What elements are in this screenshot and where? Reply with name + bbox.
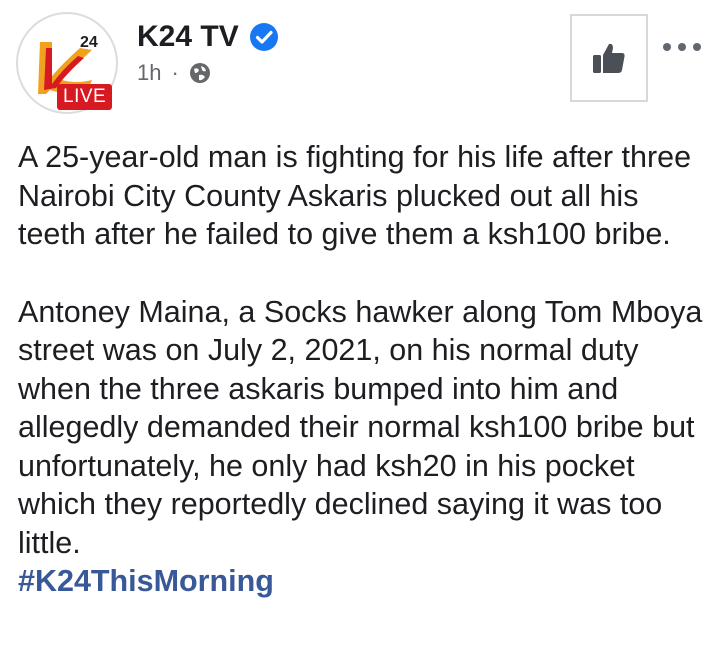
live-badge: LIVE [57,84,113,110]
thumbs-up-icon [593,43,625,73]
post-paragraph-1: A 25-year-old man is fighting for his li… [18,140,692,251]
post-paragraph-2: Antoney Maina, a Socks hawker along Tom … [18,294,703,560]
verified-badge-icon [249,23,278,51]
post-header: K24 TV [137,20,279,54]
page-name-link[interactable]: K24 TV [137,20,239,54]
logo-number: 24 [80,34,98,51]
post-timestamp[interactable]: 1h [137,60,161,86]
post-body: A 25-year-old man is fighting for his li… [18,138,708,601]
like-page-button[interactable] [570,14,648,102]
more-options-icon[interactable] [662,42,702,52]
post-meta: 1h · [137,60,211,86]
hashtag-link[interactable]: #K24ThisMorning [18,564,274,598]
meta-separator: · [171,60,179,85]
globe-icon[interactable] [189,62,211,84]
